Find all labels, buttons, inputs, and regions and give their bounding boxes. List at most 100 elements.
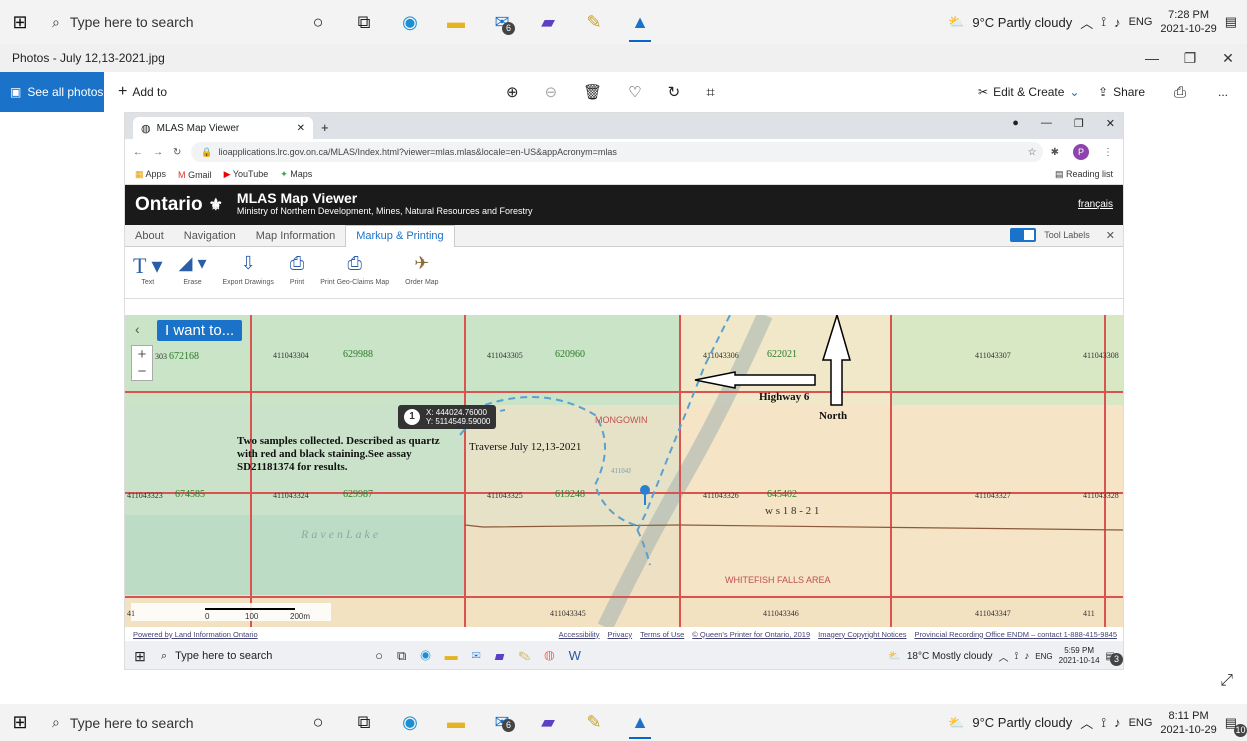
- favorite-icon[interactable]: ♡: [628, 83, 641, 101]
- taskbar-search[interactable]: ⌕ Type here to search: [40, 704, 295, 741]
- print-geo-claims-tool[interactable]: ⎙ Print Geo-Claims Map: [320, 253, 389, 286]
- erase-tool[interactable]: ◢ ▾ Erase: [179, 253, 207, 286]
- photos-icon[interactable]: ▲: [617, 0, 663, 44]
- reading-list[interactable]: ▤ Reading list: [1055, 169, 1113, 180]
- windows-start-icon[interactable]: ⊞: [0, 0, 40, 44]
- collapse-panel-icon[interactable]: ‹: [135, 321, 140, 337]
- footer-link[interactable]: Accessibility: [559, 630, 600, 639]
- browser-restore-icon[interactable]: ❐: [1074, 117, 1084, 130]
- photos-command-bar: ▣ See all photos + Add to ⊕ ⊖ 🗑 ♡ ↻ ⌗ ✂ Edi…: [0, 72, 1247, 112]
- mail-icon[interactable]: ✉6: [479, 704, 525, 741]
- see-all-photos-button[interactable]: ▣ See all photos: [0, 72, 104, 112]
- tab-markup-printing[interactable]: Markup & Printing: [345, 224, 455, 247]
- crop-icon[interactable]: ⌗: [706, 84, 714, 101]
- volume-icon[interactable]: ♪: [1114, 715, 1121, 730]
- export-drawings-tool[interactable]: ⇩ Export Drawings: [222, 253, 273, 286]
- weather-text[interactable]: 9°C Partly cloudy: [972, 15, 1072, 30]
- clock[interactable]: 7:28 PM 2021-10-29: [1160, 8, 1216, 36]
- order-map-tool[interactable]: ✈ Order Map: [405, 253, 438, 286]
- url-field[interactable]: 🔒 lioapplications.lrc.gov.on.ca/MLAS/Inde…: [191, 142, 1043, 162]
- tab-about[interactable]: About: [125, 225, 174, 247]
- task-view-icon[interactable]: ⧉: [341, 0, 387, 44]
- profile-dot-icon[interactable]: ●: [1012, 117, 1019, 130]
- expand-icon[interactable]: ⤢: [1220, 672, 1233, 690]
- edge-icon[interactable]: ◉: [387, 0, 433, 44]
- weather-text[interactable]: 9°C Partly cloudy: [972, 715, 1072, 730]
- browser-minimize-icon[interactable]: —: [1041, 117, 1052, 130]
- paint-icon[interactable]: ✎: [571, 0, 617, 44]
- rotate-icon[interactable]: ↻: [668, 83, 681, 101]
- zoom-out-icon[interactable]: ⊖: [545, 83, 558, 101]
- app-icon-purple[interactable]: ▰: [525, 704, 571, 741]
- wifi-icon[interactable]: ⟟: [1101, 715, 1106, 731]
- footer-link[interactable]: Provincial Recording Office ENDM – conta…: [915, 630, 1117, 639]
- markup-toolbar: T ▾ Text ◢ ▾ Erase ⇩ Export Drawings ⎙ Print…: [125, 247, 1123, 299]
- powered-by-link[interactable]: Powered by Land Information Ontario: [133, 630, 258, 639]
- paint-icon[interactable]: ✎: [571, 704, 617, 741]
- close-panel-icon[interactable]: ✕: [1106, 229, 1115, 242]
- i-want-to-button[interactable]: I want to...: [157, 320, 243, 341]
- bookmark-apps[interactable]: ▦ Apps: [135, 169, 166, 180]
- map-zoom-out-button[interactable]: −: [132, 363, 152, 380]
- menu-icon[interactable]: ⋮: [1103, 147, 1113, 158]
- windows-start-icon[interactable]: ⊞: [0, 704, 40, 741]
- delete-icon[interactable]: 🗑: [583, 83, 602, 101]
- clock[interactable]: 8:11 PM 2021-10-29: [1160, 709, 1216, 737]
- extensions-icon[interactable]: ✱: [1051, 147, 1059, 158]
- wifi-icon[interactable]: ⟟: [1101, 14, 1106, 30]
- browser-tab[interactable]: ◍ MLAS Map Viewer ✕: [133, 117, 313, 139]
- restore-button[interactable]: ❐: [1171, 44, 1209, 72]
- scale-label-0: 0: [205, 612, 210, 621]
- edit-create-button[interactable]: ✂ Edit & Create ⌄: [978, 85, 1080, 99]
- profile-avatar[interactable]: P: [1073, 144, 1089, 160]
- file-explorer-icon[interactable]: ▬: [433, 704, 479, 741]
- photos-icon[interactable]: ▲: [617, 704, 663, 741]
- language-indicator[interactable]: ENG: [1129, 16, 1153, 28]
- cortana-icon[interactable]: ○: [295, 704, 341, 741]
- weather-icon[interactable]: ⛅: [948, 14, 964, 30]
- task-view-icon[interactable]: ⧉: [341, 704, 387, 741]
- add-to-button[interactable]: + Add to: [118, 83, 167, 101]
- star-icon[interactable]: ☆: [1028, 147, 1037, 158]
- footer-link[interactable]: Privacy: [608, 630, 633, 639]
- text-tool[interactable]: T ▾ Text: [133, 253, 163, 286]
- zoom-in-icon[interactable]: ⊕: [506, 83, 519, 101]
- footer-link[interactable]: Terms of Use: [640, 630, 684, 639]
- bookmark-youtube[interactable]: ▶ YouTube: [224, 169, 269, 180]
- app-icon-purple[interactable]: ▰: [525, 0, 571, 44]
- tool-labels-toggle[interactable]: [1010, 228, 1037, 242]
- print-icon[interactable]: ⎙: [1174, 84, 1186, 101]
- notification-icon[interactable]: ▤ 10: [1225, 715, 1247, 737]
- close-button[interactable]: ✕: [1209, 44, 1247, 72]
- new-tab-icon[interactable]: +: [321, 120, 329, 135]
- map-zoom-in-button[interactable]: +: [132, 346, 152, 363]
- reload-icon[interactable]: ↻: [173, 147, 181, 158]
- footer-link[interactable]: Imagery Copyright Notices: [818, 630, 906, 639]
- language-indicator[interactable]: ENG: [1129, 717, 1153, 729]
- edge-icon[interactable]: ◉: [387, 704, 433, 741]
- map-canvas[interactable]: I want to... ‹ + − 303 672168 411043304 62…: [125, 315, 1123, 627]
- volume-icon[interactable]: ♪: [1114, 15, 1121, 30]
- more-button[interactable]: ...: [1218, 85, 1228, 99]
- footer-link[interactable]: © Queen's Printer for Ontario, 2019: [692, 630, 810, 639]
- print-tool[interactable]: ⎙ Print: [290, 253, 304, 286]
- notification-icon[interactable]: ▤: [1225, 14, 1237, 30]
- french-link[interactable]: français: [1078, 199, 1113, 210]
- share-button[interactable]: ⇪ Share: [1098, 85, 1145, 99]
- back-icon[interactable]: ←: [133, 147, 143, 158]
- bookmark-maps[interactable]: ✦ Maps: [280, 169, 312, 180]
- coordinate-popup[interactable]: 1 X: 444024.76000 Y: 5114549.59000: [398, 405, 497, 429]
- minimize-button[interactable]: —: [1133, 44, 1171, 72]
- tab-map-information[interactable]: Map Information: [246, 225, 345, 247]
- mail-icon[interactable]: ✉6: [479, 0, 525, 44]
- taskbar-search[interactable]: ⌕ Type here to search: [40, 0, 295, 44]
- chevron-up-icon[interactable]: ︿: [1080, 713, 1093, 732]
- chevron-up-icon[interactable]: ︿: [1080, 13, 1093, 32]
- file-explorer-icon[interactable]: ▬: [433, 0, 479, 44]
- browser-close-icon[interactable]: ✕: [1106, 117, 1115, 130]
- cortana-icon[interactable]: ○: [295, 0, 341, 44]
- tab-navigation[interactable]: Navigation: [174, 225, 246, 247]
- bookmark-gmail[interactable]: M Gmail: [178, 170, 212, 180]
- weather-icon[interactable]: ⛅: [948, 715, 964, 731]
- forward-icon[interactable]: →: [153, 147, 163, 158]
